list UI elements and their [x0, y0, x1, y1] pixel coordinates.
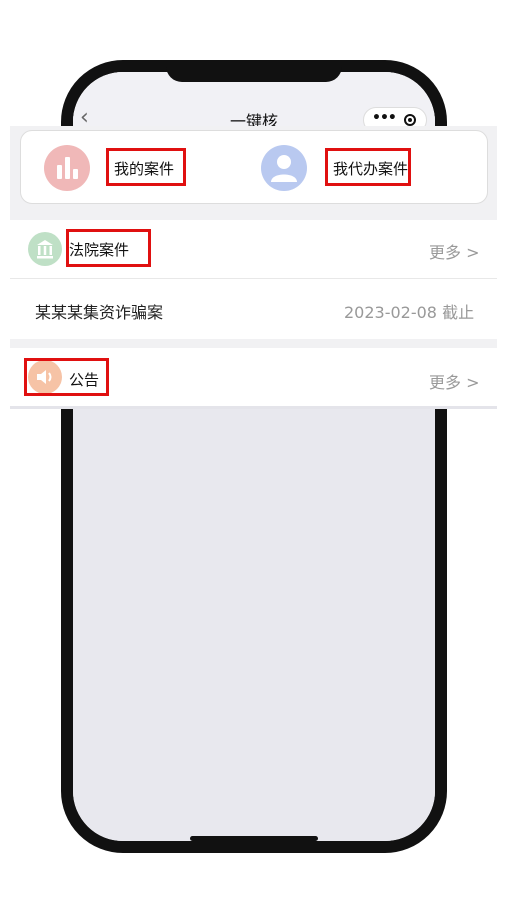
divider — [10, 406, 497, 409]
case-deadline: 2023-02-08 截止 — [344, 303, 475, 322]
section-gap — [10, 339, 497, 348]
my-cases-highlight — [106, 148, 186, 186]
more-dots-icon[interactable]: ••• — [372, 110, 397, 126]
phone-notch — [166, 66, 342, 82]
announcements-more-link[interactable]: 更多 > — [429, 369, 480, 393]
court-cases-more-link[interactable]: 更多 > — [429, 239, 480, 263]
home-indicator[interactable] — [190, 836, 318, 841]
quick-actions-card — [20, 130, 488, 204]
user-icon[interactable] — [261, 145, 307, 191]
courthouse-icon — [28, 232, 62, 266]
case-name[interactable]: 某某某集资诈骗案 — [35, 299, 163, 323]
my-proxy-cases-highlight — [325, 148, 411, 186]
announcements-highlight — [24, 358, 109, 396]
court-cases-highlight — [66, 229, 151, 267]
bar-chart-icon[interactable] — [44, 145, 90, 191]
target-icon[interactable] — [404, 114, 416, 126]
